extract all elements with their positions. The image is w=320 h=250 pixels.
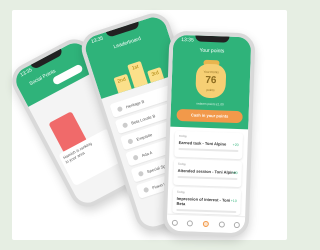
transaction-item[interactable]: Today Attended session - Toni Alpine +30	[173, 158, 243, 188]
transaction-title: Impression of interest - Toni Beta	[176, 195, 231, 207]
transaction-day: Today	[178, 133, 187, 139]
avatar	[127, 137, 134, 145]
avatar	[132, 153, 139, 161]
list-item-label: Heritage B	[125, 98, 145, 109]
page-title: Your points	[199, 47, 225, 55]
home-icon[interactable]	[171, 219, 178, 226]
transaction-title: Attended session - Toni Alpine	[177, 167, 236, 175]
avatar	[137, 170, 144, 177]
points-value: 76	[205, 74, 217, 87]
divider	[177, 175, 238, 181]
settings-icon[interactable]	[233, 221, 241, 229]
transaction-amount: +10	[230, 198, 237, 204]
transaction-title: Earned task - Toni Alpine	[178, 139, 227, 147]
transaction-amount: +30	[231, 170, 238, 176]
phone3-status-time: 13:35	[181, 36, 194, 44]
transaction-item[interactable]: Today Earned task - Toni Alpine +20	[174, 130, 244, 160]
phone-your-points: Your points Your Points 76 points redeem…	[162, 30, 256, 238]
phone3-header: Your points Your Points 76 points redeem…	[170, 34, 252, 130]
points-subtitle: redeem points £1.00	[196, 101, 224, 107]
bag-icon[interactable]	[218, 221, 225, 228]
podium-third: 3rd	[147, 67, 165, 83]
phone1-search-pill[interactable]	[51, 63, 84, 86]
list-item-label: Ada A	[140, 149, 153, 158]
phone3-notch	[195, 35, 230, 43]
search-icon[interactable]	[187, 220, 194, 227]
podium-second: 2nd	[113, 73, 132, 94]
cash-in-button[interactable]: Cash in your points	[176, 108, 243, 124]
transaction-amount: +20	[232, 142, 239, 148]
avatar	[116, 105, 123, 112]
transaction-day: Today	[177, 161, 187, 167]
transaction-day: Today	[176, 189, 186, 195]
transaction-item[interactable]: Today Impression of interest - Toni Beta…	[172, 186, 242, 216]
divider	[178, 147, 239, 153]
points-icon[interactable]	[202, 220, 209, 228]
leaderboard-podium: 2nd 1st 3rd	[110, 54, 165, 94]
list-item-label: Beta Locale B	[130, 112, 156, 126]
list-item-label: Exquisite	[135, 131, 153, 142]
avatar	[121, 121, 129, 128]
avatar	[142, 186, 150, 193]
divider	[176, 208, 237, 213]
bottom-tab-bar	[166, 213, 246, 234]
